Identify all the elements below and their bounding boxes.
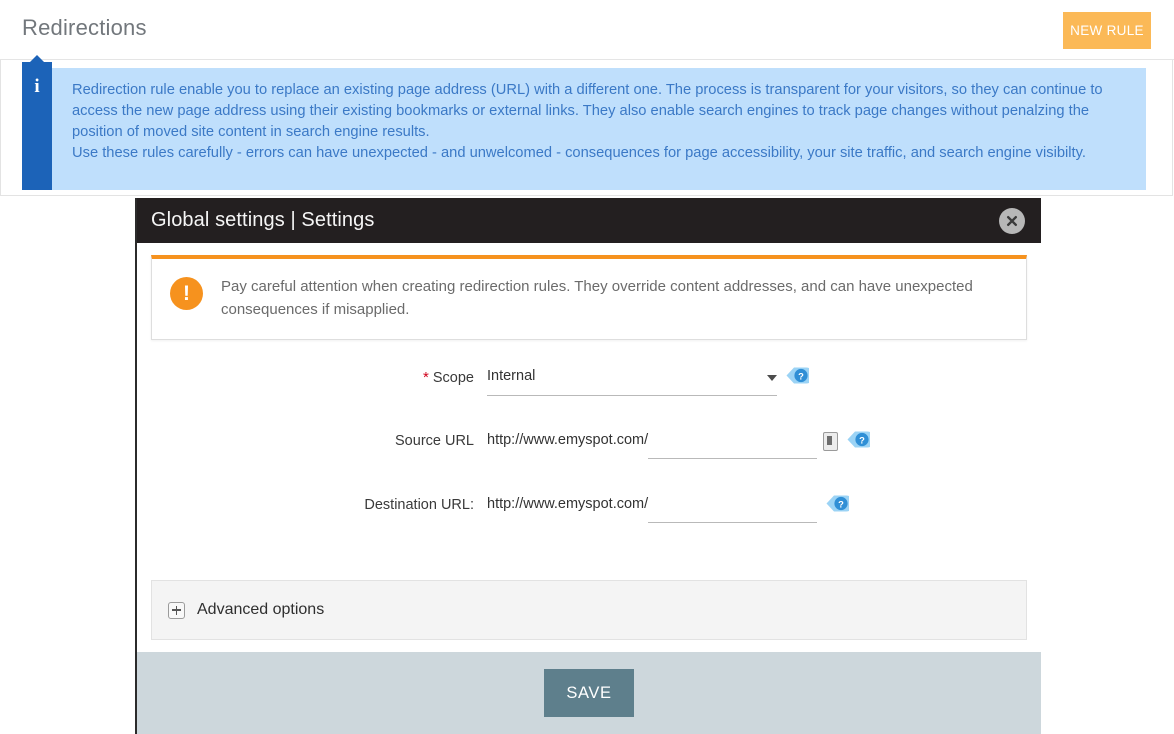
info-icon: i xyxy=(22,55,52,190)
settings-modal: Global settings | Settings ! Pay careful… xyxy=(135,198,1041,734)
modal-body: ! Pay careful attention when creating re… xyxy=(137,243,1041,640)
scope-control: Internal ? xyxy=(487,364,809,396)
info-banner-text: Redirection rule enable you to replace a… xyxy=(72,80,1137,164)
page-header: Redirections NEW RULE xyxy=(0,0,1174,60)
form-row-scope: * Scope Internal ? xyxy=(137,364,1041,402)
info-icon-notch xyxy=(30,55,44,62)
scope-label-text: Scope xyxy=(432,370,474,386)
source-url-label: Source URL xyxy=(395,433,474,449)
modal-title: Global settings | Settings xyxy=(151,209,375,231)
destination-url-control: http://www.emyspot.com/ ? xyxy=(487,492,850,523)
save-button[interactable]: SAVE xyxy=(544,669,634,717)
scope-select[interactable]: Internal xyxy=(487,364,777,396)
source-url-control: http://www.emyspot.com/ ? xyxy=(487,428,871,459)
page-root: Redirections NEW RULE i Redirection rule… xyxy=(0,0,1174,734)
scope-label: * Scope xyxy=(137,364,474,386)
close-icon[interactable] xyxy=(999,207,1025,234)
warning-icon: ! xyxy=(170,277,203,310)
modal-footer: SAVE xyxy=(137,652,1041,734)
help-icon[interactable]: ? xyxy=(847,431,871,448)
page-title: Redirections xyxy=(22,15,147,40)
destination-url-input[interactable] xyxy=(648,492,818,523)
warning-text: Pay careful attention when creating redi… xyxy=(221,278,973,318)
modal-header: Global settings | Settings xyxy=(137,198,1041,243)
redirection-form: * Scope Internal ? Source URL http://www… xyxy=(137,340,1041,566)
help-bubble-glyph: ? xyxy=(847,431,871,448)
help-icon[interactable]: ? xyxy=(826,495,850,512)
plus-box-icon xyxy=(168,601,185,619)
svg-text:?: ? xyxy=(859,434,865,445)
form-row-source-url: Source URL http://www.emyspot.com/ ? xyxy=(137,428,1041,466)
source-url-prefix: http://www.emyspot.com/ xyxy=(487,432,649,448)
info-paragraph-1: Redirection rule enable you to replace a… xyxy=(72,82,1103,140)
warning-callout-wrap: ! Pay careful attention when creating re… xyxy=(137,243,1041,340)
destination-url-prefix: http://www.emyspot.com/ xyxy=(487,496,649,512)
page-picker-icon[interactable] xyxy=(823,432,839,451)
info-paragraph-2: Use these rules carefully - errors can h… xyxy=(72,145,1086,161)
advanced-options-label: Advanced options xyxy=(197,601,325,618)
info-banner: i Redirection rule enable you to replace… xyxy=(22,55,1146,190)
new-rule-button[interactable]: NEW RULE xyxy=(1063,12,1151,49)
help-bubble-glyph: ? xyxy=(786,367,809,384)
advanced-options-toggle[interactable]: Advanced options xyxy=(151,580,1027,640)
svg-text:?: ? xyxy=(798,370,804,381)
destination-url-label: Destination URL: xyxy=(364,497,474,513)
scope-selected-value: Internal xyxy=(487,368,536,384)
help-icon[interactable]: ? xyxy=(786,367,809,384)
warning-callout: ! Pay careful attention when creating re… xyxy=(151,255,1027,340)
chevron-down-icon xyxy=(767,375,777,381)
info-icon-glyph: i xyxy=(34,76,40,97)
close-x-glyph xyxy=(1007,215,1017,226)
source-url-input[interactable] xyxy=(648,428,818,459)
required-marker: * xyxy=(423,369,429,386)
help-bubble-glyph: ? xyxy=(826,495,850,512)
form-row-destination-url: Destination URL: http://www.emyspot.com/… xyxy=(137,492,1041,530)
svg-text:?: ? xyxy=(838,498,844,509)
